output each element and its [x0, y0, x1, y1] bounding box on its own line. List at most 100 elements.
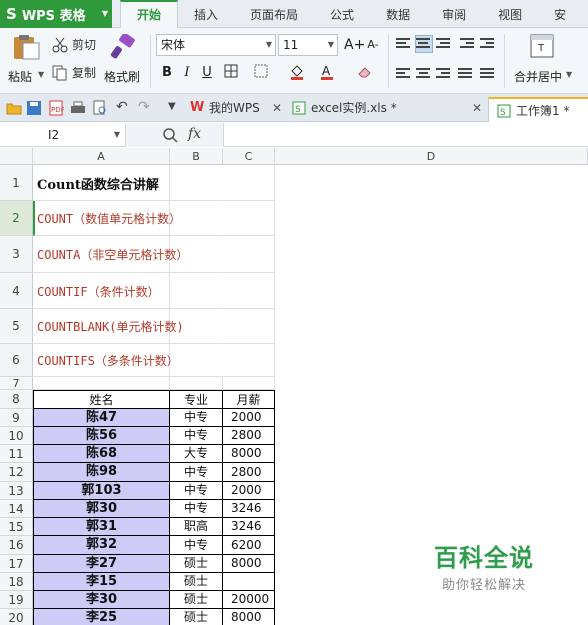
name-cell[interactable]: 陈68 [33, 445, 170, 463]
salary-cell[interactable]: 20000 [223, 591, 275, 609]
column-header-a[interactable]: A [33, 148, 170, 165]
font-color-button[interactable]: A [318, 64, 336, 82]
table-header-cell[interactable]: 月薪 [223, 390, 275, 409]
table-header-cell[interactable]: 专业 [170, 390, 223, 409]
clear-format-button[interactable] [356, 64, 374, 82]
bold-button[interactable]: B [158, 64, 176, 82]
tab-page-layout[interactable]: 页面布局 [234, 0, 314, 28]
name-cell[interactable]: 李27 [33, 555, 170, 573]
grow-font-button[interactable]: A+ [344, 36, 365, 54]
name-cell[interactable]: 李30 [33, 591, 170, 609]
cell-b1[interactable] [170, 165, 223, 201]
doc-tab-excel-example[interactable]: S excel实例.xls * [292, 97, 397, 119]
major-cell[interactable]: 硕士 [170, 555, 223, 573]
cell-c4[interactable] [223, 273, 275, 309]
cell-c6[interactable] [223, 344, 275, 377]
name-cell[interactable]: 陈98 [33, 463, 170, 482]
column-header-d[interactable]: D [275, 148, 588, 165]
tab-home[interactable]: 开始 [120, 0, 179, 28]
increase-indent-icon[interactable] [480, 36, 496, 52]
row-header[interactable]: 13 [0, 482, 33, 500]
row-header[interactable]: 10 [0, 427, 33, 445]
row-header[interactable]: 3 [0, 236, 33, 273]
cell-c2[interactable] [223, 201, 275, 236]
row-header[interactable]: 11 [0, 445, 33, 463]
row-header[interactable]: 2 [0, 201, 33, 236]
salary-cell[interactable]: 2000 [223, 409, 275, 427]
salary-cell[interactable]: 2000 [223, 482, 275, 500]
cell-c5[interactable] [223, 309, 275, 344]
salary-cell[interactable]: 3246 [223, 518, 275, 536]
close-icon[interactable]: ✕ [472, 101, 482, 115]
cell-style-button[interactable] [252, 64, 270, 82]
row-header[interactable]: 6 [0, 344, 33, 377]
salary-cell[interactable]: 2800 [223, 463, 275, 482]
major-cell[interactable]: 中专 [170, 427, 223, 445]
select-all-corner[interactable] [0, 148, 33, 165]
underline-button[interactable]: U [198, 64, 216, 82]
name-cell[interactable]: 陈47 [33, 409, 170, 427]
major-cell[interactable]: 中专 [170, 500, 223, 518]
major-cell[interactable]: 中专 [170, 409, 223, 427]
name-cell[interactable]: 郭103 [33, 482, 170, 500]
close-icon[interactable]: ✕ [272, 101, 282, 115]
merge-center-button[interactable]: T 合并居中 ▼ [512, 32, 576, 88]
row-header[interactable]: 14 [0, 500, 33, 518]
app-menu-button[interactable]: S WPS 表格 ▼ [0, 0, 112, 28]
tab-security[interactable]: 安 [538, 0, 582, 28]
cell-c1[interactable] [223, 165, 275, 201]
row-header[interactable]: 18 [0, 573, 33, 591]
cell-c3[interactable] [223, 236, 275, 273]
cell-c7[interactable] [223, 377, 275, 390]
doc-tab-workbook1[interactable]: S 工作簿1 * [488, 97, 588, 122]
row-header[interactable]: 17 [0, 555, 33, 573]
insert-function-icon[interactable]: fx [188, 126, 201, 142]
font-name-select[interactable]: 宋体 ▼ [156, 34, 276, 56]
salary-cell[interactable]: 8000 [223, 555, 275, 573]
salary-cell[interactable] [223, 573, 275, 591]
major-cell[interactable]: 中专 [170, 536, 223, 555]
export-pdf-icon[interactable]: PDF [48, 100, 64, 116]
row-header[interactable]: 16 [0, 536, 33, 555]
row-header[interactable]: 20 [0, 609, 33, 625]
print-preview-icon[interactable] [92, 100, 108, 116]
cut-button[interactable]: 剪切 [52, 36, 96, 53]
column-header-b[interactable]: B [170, 148, 223, 165]
cell-a7[interactable] [33, 377, 170, 390]
copy-button[interactable]: 复制 [52, 64, 96, 81]
major-cell[interactable]: 硕士 [170, 591, 223, 609]
zoom-search-icon[interactable] [162, 127, 178, 143]
name-cell[interactable]: 李25 [33, 609, 170, 625]
formula-input[interactable] [226, 123, 588, 147]
salary-cell[interactable]: 8000 [223, 445, 275, 463]
row-header[interactable]: 4 [0, 273, 33, 309]
name-box[interactable]: I2 ▼ [0, 124, 126, 146]
align-center-icon[interactable] [416, 66, 432, 82]
tab-insert[interactable]: 插入 [178, 0, 234, 28]
distribute-icon[interactable] [480, 66, 496, 82]
cell-b4[interactable] [170, 273, 223, 309]
salary-cell[interactable]: 8000 [223, 609, 275, 625]
align-right-icon[interactable] [436, 66, 452, 82]
shrink-font-button[interactable]: A- [364, 36, 382, 54]
major-cell[interactable]: 大专 [170, 445, 223, 463]
customize-toolbar-icon[interactable]: ▼ [168, 101, 176, 112]
major-cell[interactable]: 中专 [170, 463, 223, 482]
name-cell[interactable]: 郭32 [33, 536, 170, 555]
borders-button[interactable] [222, 64, 240, 82]
font-size-select[interactable]: 11 ▼ [278, 34, 338, 56]
row-header[interactable]: 5 [0, 309, 33, 344]
align-middle-icon[interactable] [415, 35, 433, 53]
tab-view[interactable]: 视图 [482, 0, 538, 28]
fill-color-button[interactable] [288, 64, 306, 82]
name-cell[interactable]: 李15 [33, 573, 170, 591]
cell-b7[interactable] [170, 377, 223, 390]
name-cell[interactable]: 陈56 [33, 427, 170, 445]
salary-cell[interactable]: 6200 [223, 536, 275, 555]
row-header[interactable]: 7 [0, 377, 33, 390]
tab-review[interactable]: 审阅 [426, 0, 482, 28]
row-header[interactable]: 9 [0, 409, 33, 427]
undo-icon[interactable]: ↶ [116, 99, 128, 115]
row-header[interactable]: 8 [0, 390, 33, 409]
align-top-icon[interactable] [396, 36, 412, 52]
